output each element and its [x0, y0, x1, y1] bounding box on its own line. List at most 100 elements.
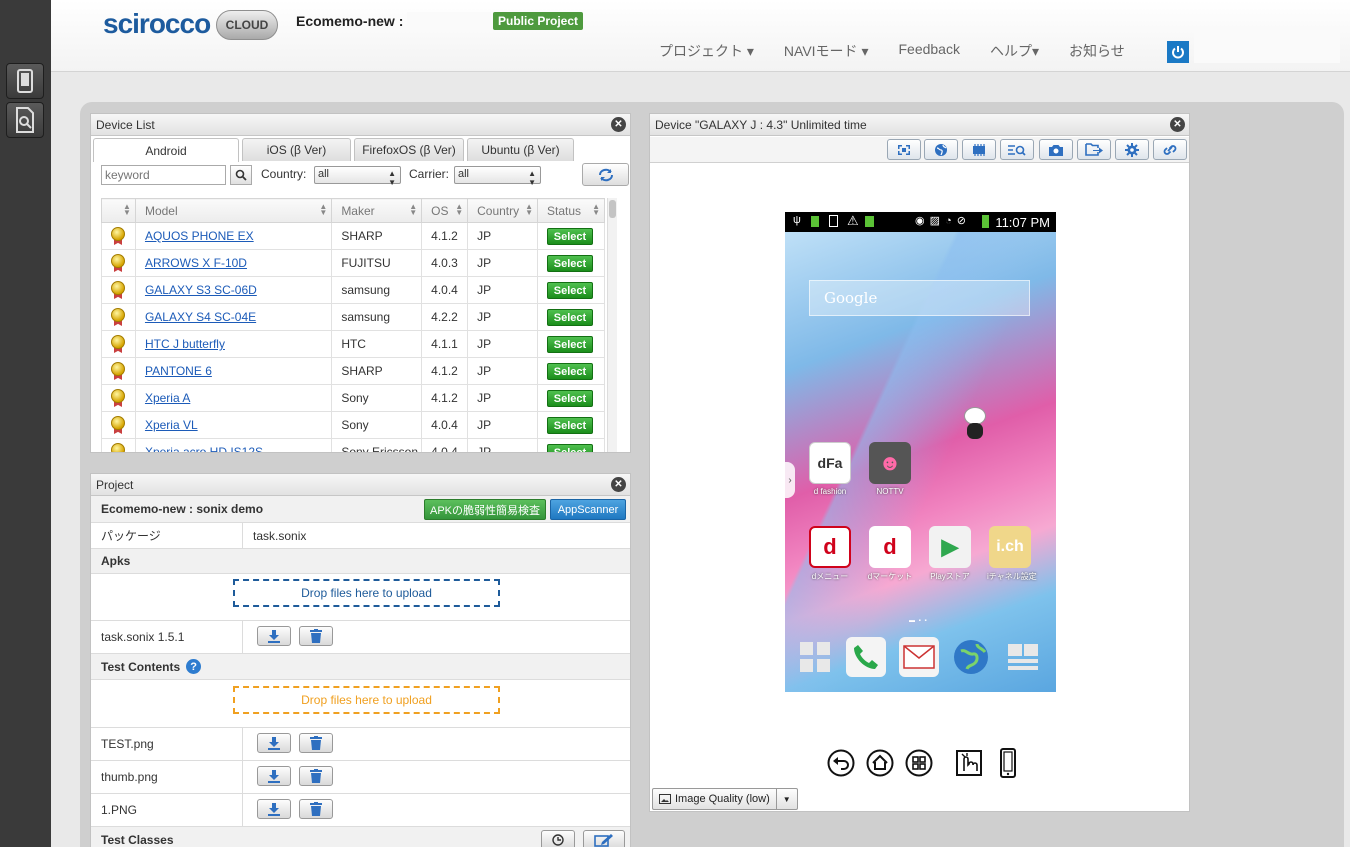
keyword-input[interactable]: [101, 165, 226, 185]
link-button[interactable]: [1153, 139, 1187, 160]
device-maker: HTC: [331, 330, 423, 358]
device-os: 4.1.1: [421, 330, 469, 358]
trash-icon: [310, 736, 322, 750]
select-device-button[interactable]: Select: [547, 443, 594, 452]
refresh-button[interactable]: [582, 163, 629, 186]
file-transfer-button[interactable]: [1077, 139, 1111, 160]
carrier-select[interactable]: all ▲ ▼: [454, 166, 541, 187]
col-model[interactable]: Model ▲ ▼: [134, 198, 333, 223]
apk-dropzone[interactable]: Drop files here to upload: [233, 579, 500, 607]
phone-app-icon[interactable]: [846, 637, 886, 677]
device-maker: Sony Ericsson: [331, 438, 423, 452]
device-model-link[interactable]: HTC J butterfly: [134, 330, 333, 358]
test-contents-dropzone[interactable]: Drop files here to upload: [233, 686, 500, 714]
fullscreen-button[interactable]: [887, 139, 921, 160]
device-model-link[interactable]: PANTONE 6: [134, 357, 333, 385]
device-list-scrollbar[interactable]: [607, 198, 617, 452]
inspect-button[interactable]: [6, 102, 44, 138]
tab-android[interactable]: Android: [93, 138, 239, 162]
history-button[interactable]: [541, 830, 575, 847]
device-model-link[interactable]: Xperia A: [134, 384, 333, 412]
device-screen[interactable]: ψ ⚠ ◉ ▨ ◔ ⊘ 11:07 PM Google › dFa d fash…: [785, 212, 1056, 692]
search-button[interactable]: [230, 165, 252, 185]
select-device-button[interactable]: Select: [547, 335, 594, 353]
touch-mode-key[interactable]: [954, 748, 984, 778]
rotate-device-key[interactable]: [993, 748, 1023, 778]
close-icon[interactable]: ✕: [1170, 117, 1185, 132]
col-country[interactable]: Country ▲ ▼: [467, 198, 539, 223]
nav-navi-mode[interactable]: NAVIモード ▾: [784, 41, 869, 61]
logout-button[interactable]: [1167, 41, 1189, 63]
image-quality-select[interactable]: Image Quality (low) ▼: [652, 788, 798, 810]
col-icon[interactable]: ▲ ▼: [101, 198, 136, 223]
mail-app-icon[interactable]: [899, 637, 939, 677]
app-d-menu[interactable]: d dメニュー: [807, 526, 853, 582]
col-os[interactable]: OS ▲ ▼: [421, 198, 469, 223]
device-model-link[interactable]: GALAXY S4 SC-04E: [134, 303, 333, 331]
nav-feedback[interactable]: Feedback: [898, 41, 959, 61]
select-device-button[interactable]: Select: [547, 227, 594, 245]
nav-help[interactable]: ヘルプ▾: [990, 41, 1039, 61]
home-screen[interactable]: Google › dFa d fashion ☻ NOTTV d dメニュー d…: [785, 232, 1056, 692]
download-button[interactable]: [257, 766, 291, 786]
app-d-market[interactable]: d dマーケット: [867, 526, 913, 582]
appscanner-button[interactable]: AppScanner: [550, 499, 626, 520]
inspect-list-button[interactable]: [1000, 139, 1034, 160]
medal-icon: [110, 254, 126, 272]
close-icon[interactable]: ✕: [611, 117, 626, 132]
app-play-store[interactable]: ▶ Playストア: [927, 526, 973, 582]
home-key[interactable]: [865, 748, 895, 778]
delete-button[interactable]: [299, 626, 333, 646]
select-device-button[interactable]: Select: [547, 308, 594, 326]
col-maker[interactable]: Maker ▲ ▼: [331, 198, 423, 223]
download-button[interactable]: [257, 626, 291, 646]
screenshot-button[interactable]: [1039, 139, 1073, 160]
apps-grid-icon[interactable]: [795, 637, 835, 677]
device-model-link[interactable]: AQUOS PHONE EX: [134, 222, 333, 250]
memory-button[interactable]: [962, 139, 996, 160]
browser-button[interactable]: [924, 139, 958, 160]
select-device-button[interactable]: Select: [547, 281, 594, 299]
device-model-link[interactable]: Xperia VL: [134, 411, 333, 439]
select-device-button[interactable]: Select: [547, 416, 594, 434]
app-d-fashion[interactable]: dFa d fashion: [807, 442, 853, 496]
tab-ios[interactable]: iOS (β Ver): [242, 138, 351, 161]
col-status[interactable]: Status ▲ ▼: [537, 198, 605, 223]
back-key[interactable]: [826, 748, 856, 778]
test-content-file-row: thumb.png: [91, 761, 630, 794]
menu-key[interactable]: [904, 748, 934, 778]
settings-button[interactable]: [1115, 139, 1149, 160]
device-model-link[interactable]: Xperia acro HD IS12S: [134, 438, 333, 452]
device-model-link[interactable]: GALAXY S3 SC-06D: [134, 276, 333, 304]
select-device-button[interactable]: Select: [547, 362, 594, 380]
delete-button[interactable]: [299, 766, 333, 786]
tab-ubuntu[interactable]: Ubuntu (β Ver): [467, 138, 574, 161]
close-icon[interactable]: ✕: [611, 477, 626, 492]
app-i-channel[interactable]: i.ch iチャネル設定: [987, 526, 1037, 582]
warning-icon: ⚠: [847, 213, 859, 228]
caret-down-icon[interactable]: ▼: [777, 795, 797, 804]
download-button[interactable]: [257, 799, 291, 819]
google-search-widget[interactable]: Google: [809, 280, 1030, 316]
nav-project[interactable]: プロジェクト ▾: [659, 41, 754, 61]
select-device-button[interactable]: Select: [547, 389, 594, 407]
select-device-button[interactable]: Select: [547, 254, 594, 272]
delete-button[interactable]: [299, 733, 333, 753]
device-mode-button[interactable]: [6, 63, 44, 99]
d-menu-icon: d: [809, 526, 851, 568]
scirocco-logo[interactable]: scirocco CLOUD: [103, 6, 279, 40]
edit-button[interactable]: [583, 830, 625, 847]
nav-news[interactable]: お知らせ: [1069, 41, 1125, 61]
country-select[interactable]: all ▲ ▼: [314, 166, 401, 187]
app-nottv[interactable]: ☻ NOTTV: [867, 442, 913, 496]
download-button[interactable]: [257, 733, 291, 753]
delete-button[interactable]: [299, 799, 333, 819]
browser-app-icon[interactable]: [951, 637, 991, 677]
mascot-widget[interactable]: [961, 407, 989, 441]
apk-vuln-check-button[interactable]: APKの脆弱性簡易検査: [424, 499, 546, 520]
side-drawer-handle[interactable]: ›: [785, 462, 795, 498]
widget-list-icon[interactable]: [1003, 637, 1043, 677]
device-model-link[interactable]: ARROWS X F-10D: [134, 249, 333, 277]
help-icon[interactable]: ?: [186, 659, 202, 674]
tab-firefoxos[interactable]: FirefoxOS (β Ver): [354, 138, 464, 161]
